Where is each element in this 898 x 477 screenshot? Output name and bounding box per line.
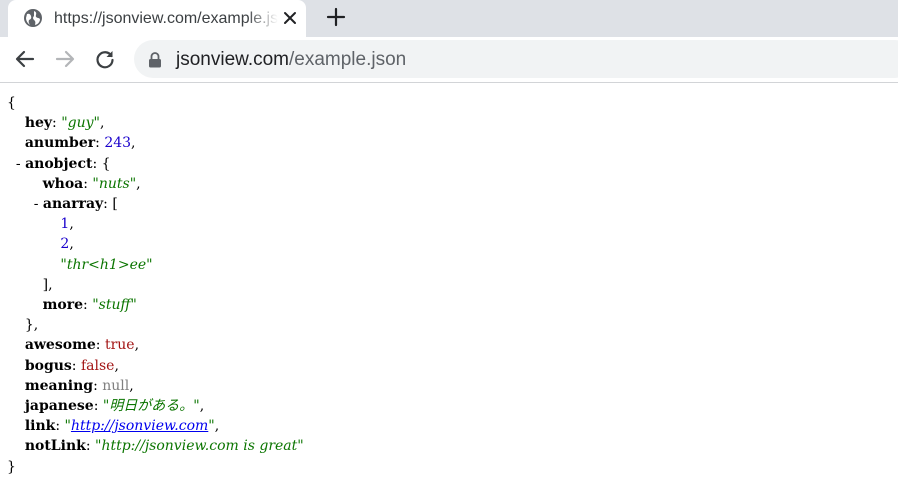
tab-title: https://jsonview.com/example.json (54, 10, 278, 27)
json-string-value: "http://jsonview.com is great" (95, 438, 304, 455)
json-document: { hey: "guy", anumber: 243, - anobject: … (7, 95, 304, 475)
root-close-brace: } (7, 458, 16, 475)
tab-strip: https://jsonview.com/example.json (0, 0, 898, 37)
json-link-value: "http://jsonview.com" (64, 418, 215, 435)
json-string-value: "明日がある。" (102, 398, 200, 415)
json-key: awesome (24, 337, 96, 354)
back-arrow-icon[interactable] (13, 47, 37, 71)
forward-arrow-icon[interactable] (53, 47, 77, 71)
url-path: /example.json (289, 49, 407, 70)
json-viewer: { hey: "guy", anumber: 243, - anobject: … (0, 83, 898, 477)
json-key: anarray (42, 196, 104, 213)
json-null-value: null (102, 377, 130, 394)
browser-toolbar: jsonview.com/example.json (0, 37, 898, 83)
address-url[interactable]: jsonview.com/example.json (176, 49, 406, 71)
new-tab-icon[interactable] (322, 3, 350, 31)
json-boolean-value: true (104, 337, 135, 354)
collapse-toggle-anarray[interactable]: - (34, 196, 39, 212)
array-open-bracket: [ (112, 196, 118, 213)
json-key: notLink (24, 438, 86, 455)
lock-icon[interactable] (148, 52, 162, 68)
json-string-value: "nuts" (92, 175, 137, 192)
json-key: bogus (24, 357, 72, 374)
json-key: japanese (24, 398, 94, 415)
json-key: meaning (24, 377, 94, 394)
json-key: anumber (24, 135, 96, 152)
json-number-value: 243 (104, 135, 132, 152)
globe-icon (23, 8, 43, 28)
json-link[interactable]: http://jsonview.com (71, 418, 208, 434)
json-key: whoa (42, 175, 84, 192)
address-bar[interactable]: jsonview.com/example.json (134, 40, 898, 78)
tab-example-json[interactable]: https://jsonview.com/example.json (8, 0, 306, 37)
object-close-brace: }, (24, 317, 39, 334)
object-open-brace: { (101, 155, 111, 172)
url-host: jsonview.com (176, 49, 289, 70)
json-key: more (42, 297, 84, 314)
json-string-value: "stuff" (92, 297, 137, 314)
json-string-value: "guy" (61, 115, 100, 132)
root-open-brace: { (7, 95, 16, 111)
reload-icon[interactable] (93, 47, 117, 71)
json-array-item: 2 (60, 236, 70, 253)
array-close-bracket: ], (42, 276, 53, 293)
collapse-toggle-anobject[interactable]: - (16, 156, 21, 172)
json-boolean-value: false (80, 357, 115, 374)
json-key: hey (24, 115, 53, 132)
json-key: anobject (25, 155, 93, 172)
json-array-item: "thr<h1>ee" (60, 256, 153, 273)
close-tab-icon[interactable] (280, 8, 300, 28)
json-array-item: 1 (60, 216, 70, 233)
json-key: link (24, 418, 56, 435)
